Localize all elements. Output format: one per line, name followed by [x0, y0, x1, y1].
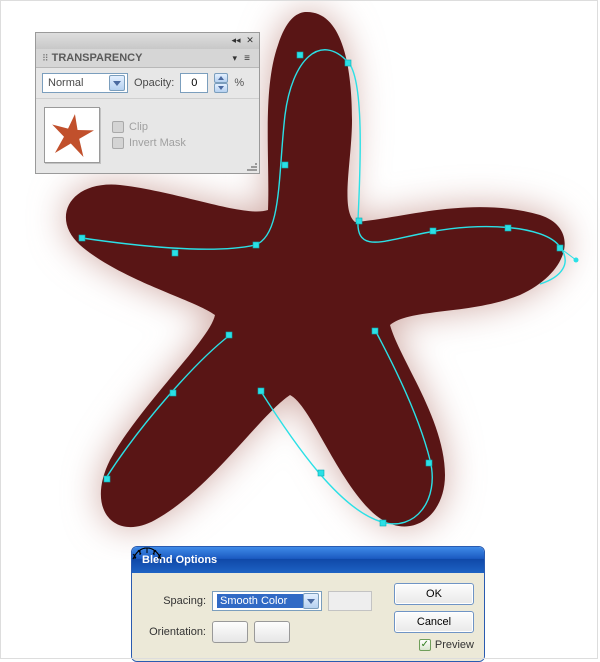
opacity-label: Opacity: [134, 77, 174, 89]
panel-titlebar[interactable]: ◂◂ ✕ [36, 33, 259, 49]
opacity-input[interactable]: 0 [180, 73, 208, 93]
arrow-up-icon [218, 76, 224, 80]
chevron-down-icon [113, 81, 121, 86]
preview-label: Preview [435, 639, 474, 651]
grip-icon: ⠿ [42, 53, 48, 64]
orientation-label: Orientation: [142, 626, 206, 638]
orientation-align-path[interactable] [254, 621, 290, 643]
chevron-down-icon[interactable]: ▾ [232, 53, 237, 64]
preview-checkbox[interactable]: ✓ Preview [394, 639, 474, 651]
arrow-down-icon [218, 86, 224, 90]
spinner-down[interactable] [214, 83, 228, 93]
close-icon[interactable]: ✕ [245, 35, 255, 45]
checkbox-icon [112, 137, 124, 149]
spacing-steps-input [328, 591, 372, 611]
clip-label: Clip [129, 121, 148, 133]
panel-menu-icon[interactable]: ≡ [241, 53, 253, 64]
cancel-button[interactable]: Cancel [394, 611, 474, 633]
spacing-value: Smooth Color [217, 594, 303, 608]
orientation-align-page[interactable] [212, 621, 248, 643]
dropdown-button[interactable] [303, 593, 319, 609]
blend-mode-select[interactable]: Normal [42, 73, 128, 93]
spinner-up[interactable] [214, 73, 228, 83]
transparency-panel: ◂◂ ✕ ⠿ TRANSPARENCY ▾ ≡ Normal Opacity: … [35, 32, 260, 174]
blend-options-dialog: Blend Options Spacing: Smooth Color Orie… [131, 546, 485, 662]
checkbox-checked-icon: ✓ [419, 639, 431, 651]
spacing-select[interactable]: Smooth Color [212, 591, 322, 611]
invert-mask-label: Invert Mask [129, 137, 186, 149]
collapse-icon[interactable]: ◂◂ [231, 35, 241, 45]
dropdown-button[interactable] [109, 75, 125, 91]
spacing-label: Spacing: [142, 595, 206, 607]
resize-grip-icon[interactable] [247, 163, 257, 171]
panel-tab[interactable]: ⠿ TRANSPARENCY ▾ ≡ [36, 49, 259, 68]
dialog-titlebar[interactable]: Blend Options [132, 547, 484, 573]
chevron-down-icon [307, 599, 315, 604]
ok-button[interactable]: OK [394, 583, 474, 605]
invert-mask-checkbox: Invert Mask [112, 137, 186, 149]
panel-title: TRANSPARENCY [52, 52, 143, 64]
opacity-spinner[interactable] [214, 73, 228, 93]
percent-label: % [234, 77, 244, 89]
opacity-thumbnail[interactable] [44, 107, 100, 163]
clip-checkbox: Clip [112, 121, 186, 133]
checkbox-icon [112, 121, 124, 133]
blend-mode-value: Normal [48, 77, 109, 89]
